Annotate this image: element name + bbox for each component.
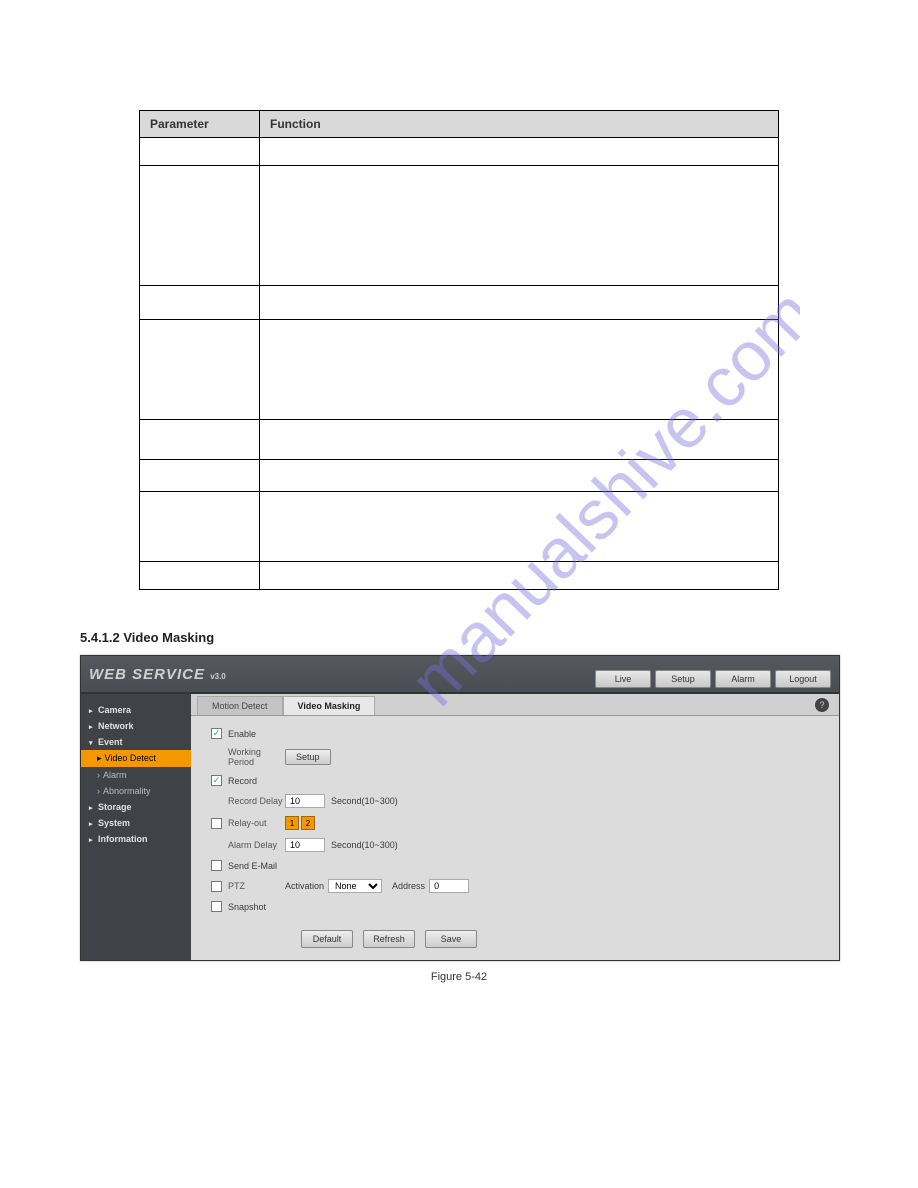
help-icon[interactable]: ?	[815, 698, 829, 712]
checkbox-snapshot[interactable]	[211, 901, 222, 912]
unit-alarm-delay: Second(10~300)	[331, 840, 398, 850]
table-row	[140, 492, 779, 562]
relay-2[interactable]: 2	[301, 816, 315, 830]
table-header-func: Function	[260, 111, 779, 138]
tab-video-masking[interactable]: Video Masking	[283, 696, 376, 715]
cell-func	[260, 286, 779, 320]
unit-record-delay: Second(10~300)	[331, 796, 398, 806]
cell-param	[140, 420, 260, 460]
input-alarm-delay[interactable]	[285, 838, 325, 852]
sidebar-item-information[interactable]: ▸Information	[81, 831, 191, 847]
select-activation[interactable]: None	[328, 879, 382, 893]
checkbox-ptz[interactable]	[211, 881, 222, 892]
label-send-email: Send E-Mail	[228, 861, 277, 871]
cell-func	[260, 562, 779, 590]
row-ptz: PTZ Activation None Address	[211, 879, 819, 893]
table-row	[140, 286, 779, 320]
cell-param	[140, 320, 260, 420]
cell-func	[260, 492, 779, 562]
sidebar: ▸Camera▸Network▾Event▸Video Detect›Alarm…	[81, 694, 191, 960]
label-working-period: Working Period	[228, 747, 285, 767]
webservice-window: WEB SERVICE v3.0 Live Setup Alarm Logout…	[80, 655, 840, 961]
save-button[interactable]: Save	[425, 930, 477, 948]
checkbox-relay-out[interactable]	[211, 818, 222, 829]
label-relay-out: Relay-out	[228, 818, 285, 828]
sidebar-item-network[interactable]: ▸Network	[81, 718, 191, 734]
row-snapshot: Snapshot	[211, 901, 819, 912]
table-row	[140, 460, 779, 492]
sidebar-item-alarm[interactable]: ›Alarm	[81, 767, 191, 783]
footer-buttons: Default Refresh Save	[301, 930, 819, 948]
cell-func	[260, 320, 779, 420]
sidebar-item-video-detect[interactable]: ▸Video Detect	[81, 750, 191, 767]
row-alarm-delay: Alarm Delay Second(10~300)	[211, 838, 819, 852]
sidebar-item-storage[interactable]: ▸Storage	[81, 799, 191, 815]
table-row	[140, 138, 779, 166]
label-enable: Enable	[228, 729, 256, 739]
cell-func	[260, 138, 779, 166]
label-address: Address	[392, 881, 425, 891]
table-row	[140, 420, 779, 460]
cell-func	[260, 420, 779, 460]
tab-motion-detect[interactable]: Motion Detect	[197, 696, 283, 715]
logo-sub: v3.0	[210, 672, 226, 681]
webservice-header: WEB SERVICE v3.0 Live Setup Alarm Logout	[81, 656, 839, 694]
label-alarm-delay: Alarm Delay	[228, 840, 285, 850]
checkbox-enable[interactable]: ✓	[211, 728, 222, 739]
cell-param	[140, 166, 260, 286]
figure-caption: Figure 5-42	[80, 971, 838, 983]
main-panel: Motion Detect Video Masking ? ✓ Enable W…	[191, 694, 839, 960]
setup-button[interactable]: Setup	[655, 670, 711, 688]
table-header-param: Parameter	[140, 111, 260, 138]
alarm-button[interactable]: Alarm	[715, 670, 771, 688]
section-heading: 5.4.1.2 Video Masking	[80, 630, 838, 645]
input-record-delay[interactable]	[285, 794, 325, 808]
row-enable: ✓ Enable	[211, 728, 819, 739]
logout-button[interactable]: Logout	[775, 670, 831, 688]
cell-func	[260, 166, 779, 286]
live-button[interactable]: Live	[595, 670, 651, 688]
label-record: Record	[228, 776, 257, 786]
table-row	[140, 320, 779, 420]
sidebar-item-abnormality[interactable]: ›Abnormality	[81, 783, 191, 799]
tabs-bar: Motion Detect Video Masking ?	[191, 694, 839, 716]
row-relay-out: Relay-out 1 2	[211, 816, 819, 830]
row-record-delay: Record Delay Second(10~300)	[211, 794, 819, 808]
row-send-email: Send E-Mail	[211, 860, 819, 871]
table-row	[140, 562, 779, 590]
input-address[interactable]	[429, 879, 469, 893]
cell-param	[140, 138, 260, 166]
header-buttons: Live Setup Alarm Logout	[595, 670, 831, 688]
relay-1[interactable]: 1	[285, 816, 299, 830]
label-ptz: PTZ	[228, 881, 285, 891]
cell-param	[140, 492, 260, 562]
row-working-period: Working Period Setup	[211, 747, 819, 767]
cell-param	[140, 562, 260, 590]
table-row	[140, 166, 779, 286]
label-snapshot: Snapshot	[228, 902, 266, 912]
form-area: ✓ Enable Working Period Setup ✓ Record	[191, 716, 839, 960]
checkbox-record[interactable]: ✓	[211, 775, 222, 786]
sidebar-item-camera[interactable]: ▸Camera	[81, 702, 191, 718]
sidebar-item-system[interactable]: ▸System	[81, 815, 191, 831]
label-record-delay: Record Delay	[228, 796, 285, 806]
cell-param	[140, 286, 260, 320]
label-activation: Activation	[285, 881, 324, 891]
webservice-logo: WEB SERVICE v3.0	[89, 666, 226, 683]
cell-func	[260, 460, 779, 492]
default-button[interactable]: Default	[301, 930, 353, 948]
refresh-button[interactable]: Refresh	[363, 930, 415, 948]
checkbox-send-email[interactable]	[211, 860, 222, 871]
row-record: ✓ Record	[211, 775, 819, 786]
sidebar-item-event[interactable]: ▾Event	[81, 734, 191, 750]
cell-param	[140, 460, 260, 492]
parameter-table: Parameter Function	[139, 110, 779, 590]
logo-main: WEB SERVICE	[89, 666, 205, 683]
setup-button[interactable]: Setup	[285, 749, 331, 765]
